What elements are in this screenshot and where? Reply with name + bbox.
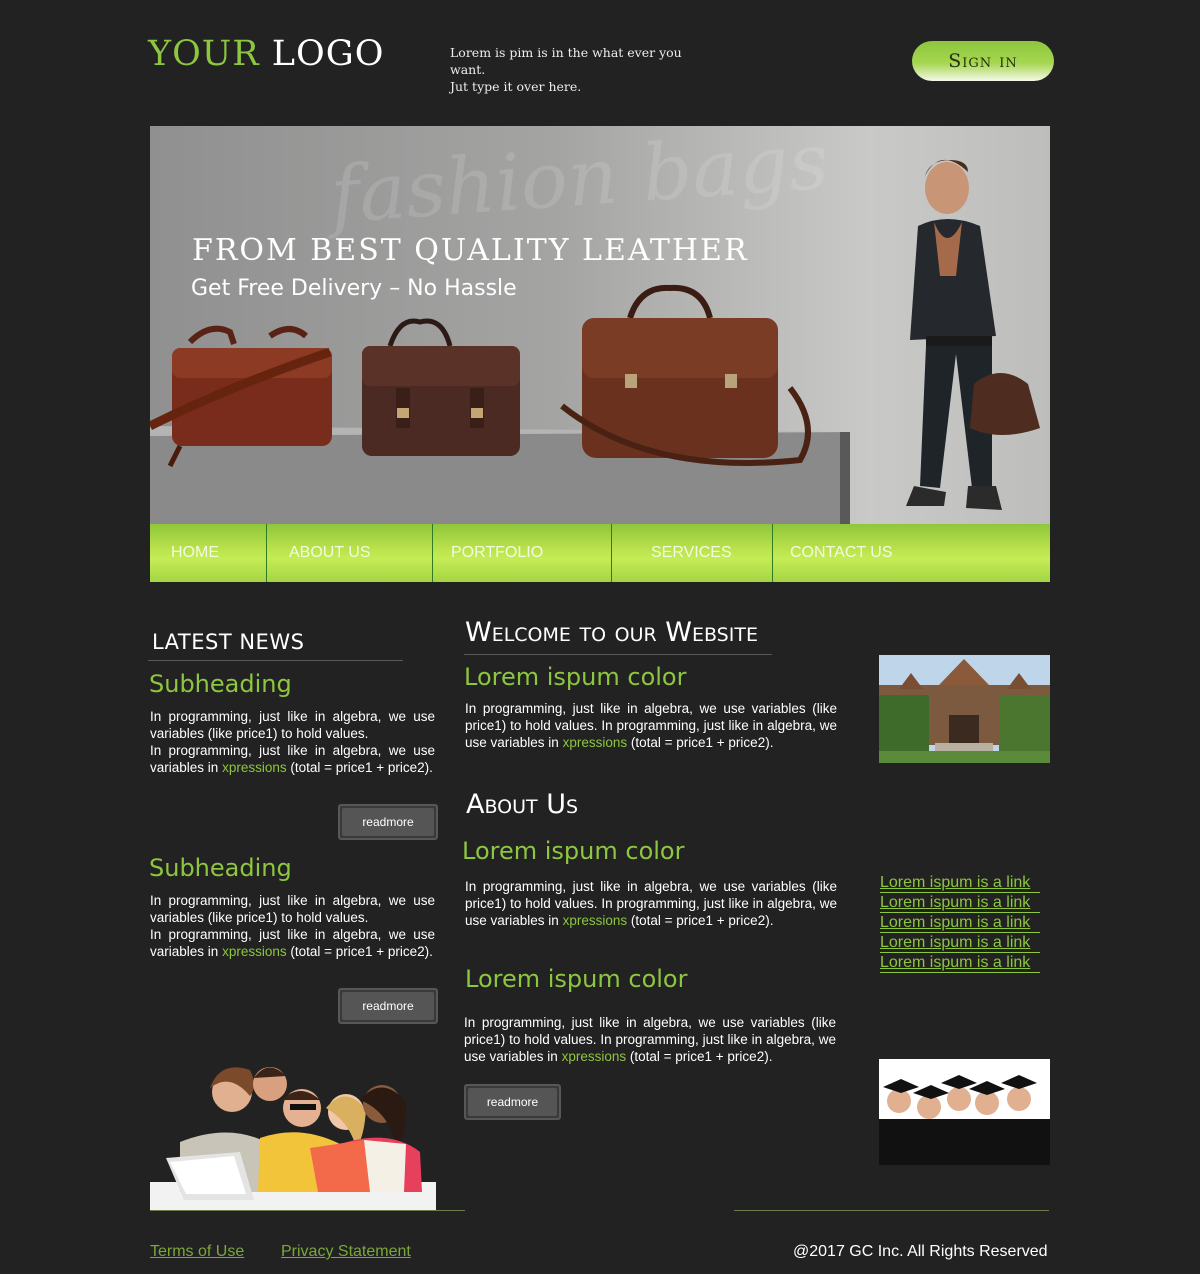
- logo-part-2: LOGO: [271, 34, 385, 74]
- about-xpressions-link-2[interactable]: xpressions: [562, 1049, 627, 1064]
- about-heading-2: Lorem ispum color: [465, 965, 688, 993]
- building-illustration: [879, 655, 1050, 763]
- news-readmore-label-2: readmore: [342, 992, 434, 1020]
- nav-item-contact-us[interactable]: CONTACT US: [773, 524, 1050, 582]
- header-tagline: Lorem is pim is in the what ever you wan…: [450, 44, 710, 95]
- news-xpressions-link-2[interactable]: xpressions: [222, 944, 287, 959]
- news-text-1b: In programming, just like in algebra, we…: [150, 742, 435, 776]
- logo[interactable]: YOUR LOGO: [148, 34, 384, 74]
- welcome-heading: Lorem ispum color: [464, 663, 687, 691]
- welcome-title: Welcome to our Website: [465, 617, 758, 648]
- privacy-statement-link[interactable]: Privacy Statement: [281, 1243, 411, 1261]
- model-figure-icon: [906, 159, 1040, 510]
- link-item-2[interactable]: Lorem ispum is a link: [880, 893, 1040, 913]
- link-list: Lorem ispum is a link Lorem ispum is a l…: [880, 873, 1040, 973]
- bag-2-icon: [362, 318, 520, 456]
- news-readmore-label-1: readmore: [342, 808, 434, 836]
- terms-of-use-link[interactable]: Terms of Use: [150, 1243, 244, 1261]
- logo-part-1: YOUR: [148, 34, 260, 74]
- news-text-2b: In programming, just like in algebra, we…: [150, 926, 435, 960]
- news-text-2a: In programming, just like in algebra, we…: [150, 893, 435, 925]
- about-xpressions-link-1[interactable]: xpressions: [563, 913, 628, 928]
- campus-building-image: [879, 655, 1050, 763]
- news-text-2b-tail: (total = price1 + price2).: [290, 944, 433, 959]
- graduates-image: [879, 1059, 1050, 1165]
- footer-rule-left: [150, 1210, 465, 1211]
- about-us-title: About Us: [466, 789, 579, 820]
- banner-subline: Get Free Delivery – No Hassle: [191, 276, 517, 301]
- news-text-1b-tail: (total = price1 + price2).: [290, 760, 433, 775]
- about-text-2-tail: (total = price1 + price2).: [629, 1049, 773, 1064]
- shelf-side: [840, 432, 850, 524]
- students-illustration: [150, 1067, 436, 1210]
- graduates-illustration: [879, 1059, 1050, 1165]
- main-nav: HOME ABOUT US PORTFOLIO SERVICES CONTACT…: [150, 524, 1050, 582]
- link-item-4[interactable]: Lorem ispum is a link: [880, 933, 1040, 953]
- nav-item-about-us[interactable]: ABOUT US: [267, 524, 433, 582]
- news-xpressions-link-1[interactable]: xpressions: [222, 760, 287, 775]
- about-text-1: In programming, just like in algebra, we…: [465, 878, 837, 929]
- welcome-divider: [464, 654, 772, 655]
- nav-item-home[interactable]: HOME: [150, 524, 267, 582]
- about-heading-1: Lorem ispum color: [462, 837, 685, 865]
- link-item-5[interactable]: Lorem ispum is a link: [880, 953, 1040, 973]
- about-text-2: In programming, just like in algebra, we…: [464, 1014, 836, 1065]
- news-subheading-1: Subheading: [149, 670, 292, 698]
- welcome-text: In programming, just like in algebra, we…: [465, 700, 837, 751]
- welcome-xpressions-link[interactable]: xpressions: [563, 735, 628, 750]
- link-item-3[interactable]: Lorem ispum is a link: [880, 913, 1040, 933]
- bag-3-icon: [560, 284, 811, 466]
- about-text-1-tail: (total = price1 + price2).: [630, 913, 774, 928]
- about-readmore-label: readmore: [468, 1088, 557, 1116]
- news-readmore-button-2[interactable]: readmore: [338, 988, 438, 1024]
- news-text-1a: In programming, just like in algebra, we…: [150, 709, 435, 741]
- footer-rule-right: [734, 1210, 1049, 1211]
- students-image: [150, 1052, 436, 1210]
- tagline-line-2: Jut type it over here.: [450, 79, 582, 94]
- nav-item-services[interactable]: SERVICES: [612, 524, 773, 582]
- news-subheading-2: Subheading: [149, 854, 292, 882]
- welcome-text-tail: (total = price1 + price2).: [630, 735, 774, 750]
- hero-banner: fashion bags From Best Quality Leather G…: [150, 126, 1050, 524]
- news-readmore-button-1[interactable]: readmore: [338, 804, 438, 840]
- news-text-2: In programming, just like in algebra, we…: [150, 892, 435, 960]
- latest-news-divider: [148, 660, 403, 661]
- about-readmore-button[interactable]: readmore: [464, 1084, 561, 1120]
- tagline-line-1: Lorem is pim is in the what ever you wan…: [450, 45, 682, 77]
- banner-headline: From Best Quality Leather: [192, 233, 749, 268]
- latest-news-title: Latest News: [152, 630, 305, 654]
- news-text-1: In programming, just like in algebra, we…: [150, 708, 435, 776]
- sign-in-button[interactable]: Sign in: [912, 41, 1054, 81]
- nav-item-portfolio[interactable]: PORTFOLIO: [433, 524, 612, 582]
- link-item-1[interactable]: Lorem ispum is a link: [880, 873, 1040, 893]
- copyright-text: @2017 GC Inc. All Rights Reserved: [793, 1243, 1048, 1260]
